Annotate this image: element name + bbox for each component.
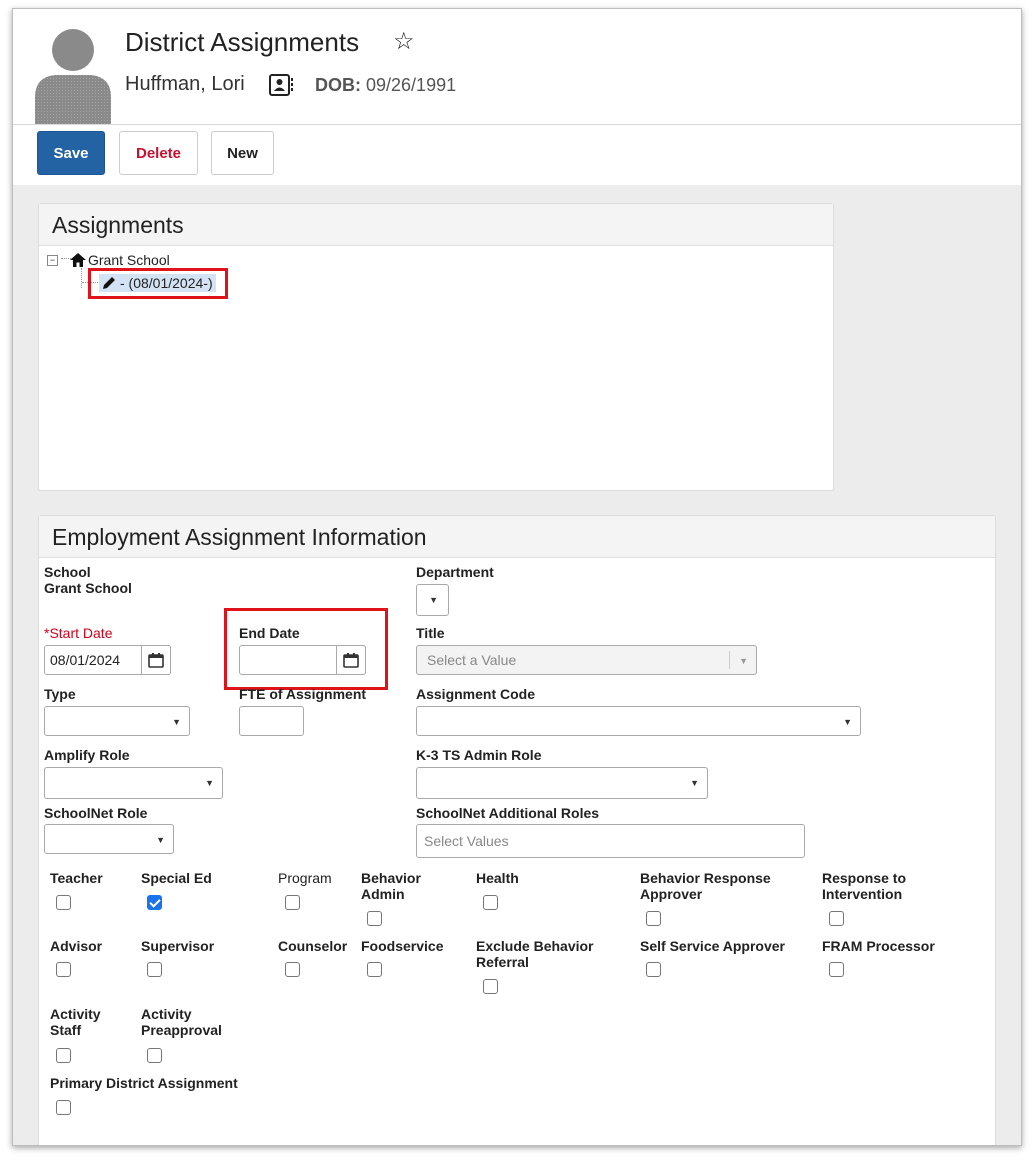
response-to-intervention-checkbox[interactable] xyxy=(829,911,844,926)
supervisor-checkbox[interactable] xyxy=(147,962,162,977)
delete-button[interactable]: Delete xyxy=(119,131,198,175)
calendar-icon xyxy=(148,652,164,668)
k3-role-label: K-3 TS Admin Role xyxy=(416,747,542,763)
highlight-box xyxy=(224,608,388,690)
school-label: School xyxy=(44,564,91,580)
activity-staff-checkbox[interactable] xyxy=(56,1048,71,1063)
foodservice-checkbox[interactable] xyxy=(367,962,382,977)
tree-root[interactable]: − Grant School xyxy=(47,252,170,268)
primary-district-assignment-checkbox[interactable] xyxy=(56,1100,71,1115)
schoolnet-role-select[interactable]: ▼ xyxy=(44,824,174,854)
assignments-panel: Assignments − Grant School - (08/01/2024… xyxy=(38,203,834,491)
response-to-intervention-label: Response to Intervention xyxy=(822,870,907,902)
start-date-value: 08/01/2024 xyxy=(50,652,121,668)
amplify-role-select[interactable]: ▼ xyxy=(44,767,223,799)
type-select[interactable]: ▼ xyxy=(44,706,190,736)
start-date-label: Start Date xyxy=(44,625,112,641)
title-placeholder: Select a Value xyxy=(427,652,517,668)
header: District Assignments ☆ Huffman, Lori DOB… xyxy=(13,9,1021,185)
advisor-label: Advisor xyxy=(50,938,103,954)
health-checkbox[interactable] xyxy=(483,895,498,910)
chevron-down-icon: ▼ xyxy=(739,656,748,666)
chevron-down-icon: ▼ xyxy=(429,595,438,605)
dob-label: DOB: xyxy=(315,75,361,95)
program-checkbox[interactable] xyxy=(285,895,300,910)
self-service-approver-checkbox[interactable] xyxy=(646,962,661,977)
tree-connector xyxy=(81,268,82,288)
activity-preapproval-label: Activity Preapproval xyxy=(141,1006,222,1038)
teacher-label: Teacher xyxy=(50,870,103,886)
exclude-behavior-referral-checkbox[interactable] xyxy=(483,979,498,994)
star-icon[interactable]: ☆ xyxy=(393,27,415,56)
special-ed-label: Special Ed xyxy=(141,870,212,886)
person-name: Huffman, Lori xyxy=(125,73,245,95)
department-select[interactable]: ▼ xyxy=(416,584,449,616)
assignment-code-label: Assignment Code xyxy=(416,686,536,702)
foodservice-label: Foodservice xyxy=(361,938,444,954)
dob-value: 09/26/1991 xyxy=(366,75,457,95)
teacher-checkbox[interactable] xyxy=(56,895,71,910)
advisor-checkbox[interactable] xyxy=(56,962,71,977)
collapse-icon[interactable]: − xyxy=(47,254,58,266)
title-label: Title xyxy=(416,625,445,641)
schoolnet-additional-label: SchoolNet Additional Roles xyxy=(416,805,600,821)
special-ed-checkbox[interactable] xyxy=(147,895,162,910)
behavior-admin-label: Behavior Admin xyxy=(361,870,421,902)
contact-card-icon[interactable] xyxy=(269,73,295,97)
highlight-box xyxy=(88,268,228,299)
employment-heading: Employment Assignment Information xyxy=(39,516,995,558)
home-icon xyxy=(70,253,86,267)
app-window: District Assignments ☆ Huffman, Lori DOB… xyxy=(12,8,1022,1146)
fram-processor-label: FRAM Processor xyxy=(822,938,935,954)
divider xyxy=(729,651,730,669)
type-label: Type xyxy=(44,686,76,702)
dob: DOB: 09/26/1991 xyxy=(315,75,456,96)
save-button[interactable]: Save xyxy=(37,131,105,175)
tree-connector xyxy=(61,258,71,259)
divider xyxy=(13,124,1021,125)
chevron-down-icon: ▼ xyxy=(843,717,852,727)
k3-role-select[interactable]: ▼ xyxy=(416,767,708,799)
department-label: Department xyxy=(416,564,494,580)
supervisor-label: Supervisor xyxy=(141,938,215,954)
exclude-behavior-referral-label: Exclude Behavior Referral xyxy=(476,938,594,970)
employment-panel: Employment Assignment Information School… xyxy=(38,515,996,1145)
chevron-down-icon: ▼ xyxy=(172,717,181,727)
behavior-admin-checkbox[interactable] xyxy=(367,911,382,926)
chevron-down-icon: ▼ xyxy=(156,835,165,845)
activity-preapproval-checkbox[interactable] xyxy=(147,1048,162,1063)
page-title: District Assignments xyxy=(125,27,360,57)
school-value: Grant School xyxy=(44,580,132,596)
schoolnet-role-label: SchoolNet Role xyxy=(44,805,148,821)
schoolnet-additional-input[interactable]: Select Values xyxy=(416,824,805,858)
assignment-code-select[interactable]: ▼ xyxy=(416,706,861,736)
counselor-checkbox[interactable] xyxy=(285,962,300,977)
behavior-response-approver-checkbox[interactable] xyxy=(646,911,661,926)
self-service-approver-label: Self Service Approver xyxy=(640,938,785,954)
primary-district-assignment-label: Primary District Assignment xyxy=(50,1075,238,1091)
fte-label: FTE of Assignment xyxy=(239,686,367,702)
chevron-down-icon: ▼ xyxy=(205,778,214,788)
counselor-label: Counselor xyxy=(278,938,348,954)
program-label: Program xyxy=(278,870,332,886)
amplify-role-label: Amplify Role xyxy=(44,747,130,763)
calendar-button[interactable] xyxy=(141,645,171,675)
fram-processor-checkbox[interactable] xyxy=(829,962,844,977)
start-date-input[interactable]: 08/01/2024 xyxy=(44,645,171,675)
health-label: Health xyxy=(476,870,519,886)
new-button[interactable]: New xyxy=(211,131,274,175)
schoolnet-additional-placeholder: Select Values xyxy=(424,833,509,849)
title-select[interactable]: Select a Value ▼ xyxy=(416,645,757,675)
avatar xyxy=(35,29,111,125)
activity-staff-label: Activity Staff xyxy=(50,1006,101,1038)
fte-input[interactable] xyxy=(239,706,304,736)
chevron-down-icon: ▼ xyxy=(690,778,699,788)
tree-root-label: Grant School xyxy=(88,252,170,268)
assignments-heading: Assignments xyxy=(39,204,833,246)
behavior-response-approver-label: Behavior Response Approver xyxy=(640,870,771,902)
